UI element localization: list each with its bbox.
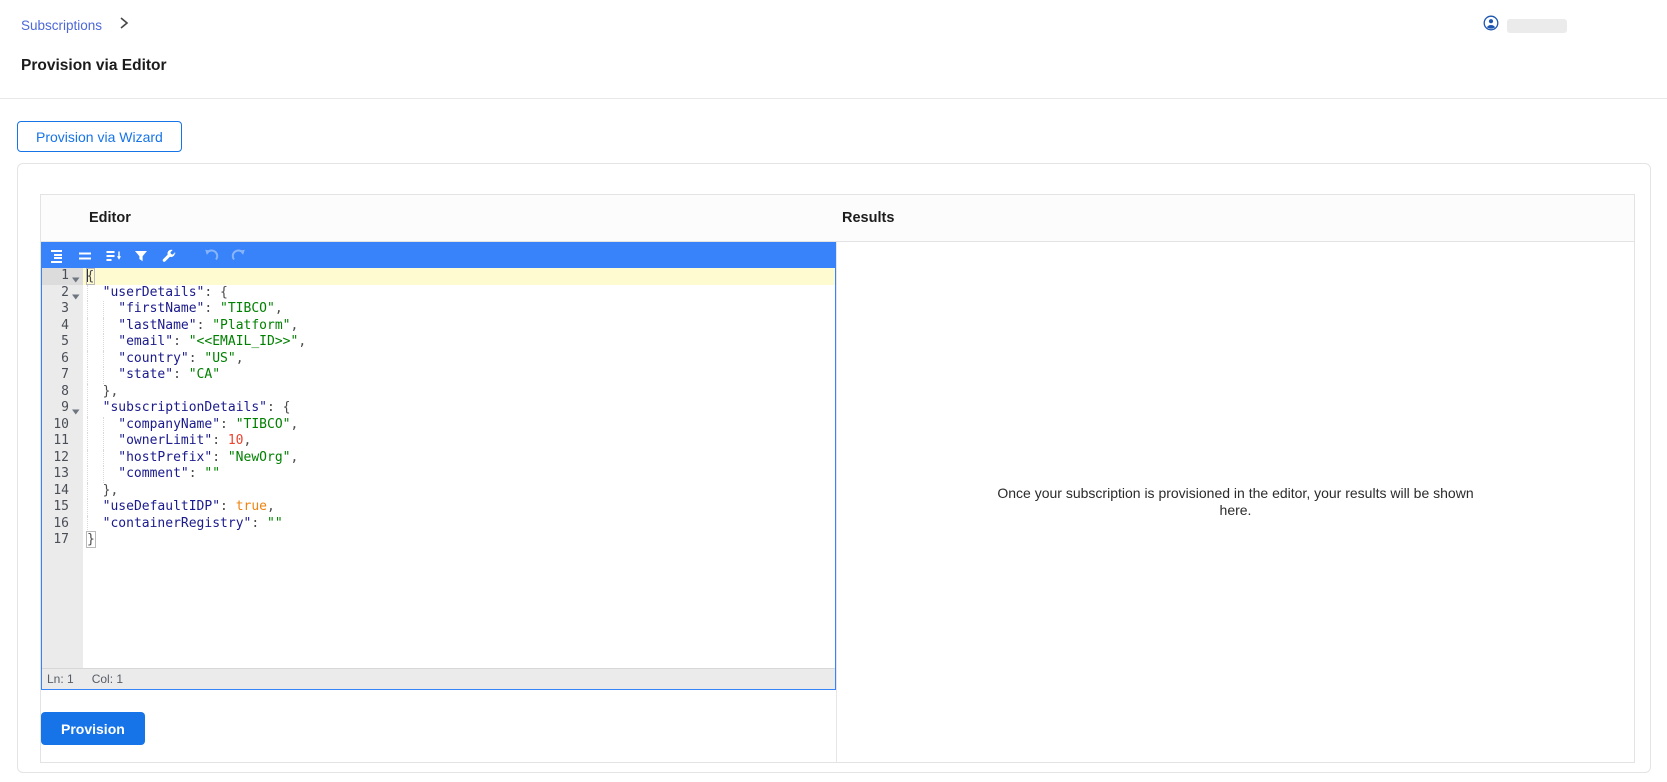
page-title: Provision via Editor <box>21 57 167 74</box>
gutter-line-number: 2 <box>42 285 83 302</box>
gutter-line-number: 13 <box>53 466 69 481</box>
gutter-line-number: 4 <box>61 317 69 333</box>
code-line: { <box>83 268 835 285</box>
repair-icon[interactable] <box>159 246 179 266</box>
chevron-right-icon <box>118 16 130 35</box>
code-line: "useDefaultIDP": true, <box>87 499 835 516</box>
code-line: "firstName": "TIBCO", <box>87 301 835 318</box>
gutter-line-number: 6 <box>61 350 69 366</box>
editor-toolbar <box>42 243 835 268</box>
json-editor: 1 2 3 4 5 6 7 8 9 10 11 12 13 14 15 16 17 {"userDetails"… <box>41 242 836 690</box>
code-line: "country": "US", <box>87 350 835 367</box>
editor-body: 1 2 3 4 5 6 7 8 9 10 11 12 13 14 15 16 17 {"userDetails"… <box>42 268 835 668</box>
top-bar: Subscriptions <box>0 0 1667 36</box>
code-line: "lastName": "Platform", <box>87 317 835 334</box>
table-body-row: 1 2 3 4 5 6 7 8 9 10 11 12 13 14 15 16 17 {"userDetails"… <box>41 242 1634 762</box>
code-line: "email": "<<EMAIL_ID>>", <box>87 334 835 351</box>
gutter-line-number: 15 <box>53 499 69 514</box>
statusbar-line: Ln: 1 <box>47 672 74 686</box>
provision-button[interactable]: Provision <box>41 712 145 745</box>
editor-panel-header: Editor <box>89 210 131 226</box>
code-line: } <box>86 531 96 548</box>
results-placeholder: Once your subscription is provisioned in… <box>997 484 1474 519</box>
redo-icon[interactable] <box>229 246 249 266</box>
code-line: "comment": "" <box>87 466 835 483</box>
table-header-row: Editor Results <box>41 195 1634 242</box>
compact-icon[interactable] <box>75 246 95 266</box>
code-line: }, <box>87 482 835 499</box>
provision-via-wizard-button[interactable]: Provision via Wizard <box>17 121 182 152</box>
gutter-line-number: 7 <box>61 367 69 382</box>
results-panel: Once your subscription is provisioned in… <box>836 242 1634 762</box>
gutter-line-number: 14 <box>53 482 69 498</box>
gutter-line-number: 3 <box>61 301 69 316</box>
gutter-line-number: 1 <box>42 268 83 285</box>
results-panel-header: Results <box>842 210 895 226</box>
editor-code[interactable]: {"userDetails": {"firstName": "TIBCO", "l… <box>83 268 835 668</box>
breadcrumb: Subscriptions <box>21 15 130 35</box>
gutter-line-number: 9 <box>42 400 83 417</box>
code-line: "userDetails": { <box>87 284 835 301</box>
gutter-line-number: 8 <box>61 383 69 399</box>
gutter-line-number: 10 <box>53 416 69 432</box>
sort-icon[interactable] <box>103 246 123 266</box>
statusbar-column: Col: 1 <box>91 672 124 686</box>
user-avatar-icon <box>1483 15 1499 36</box>
editor-statusbar: Ln: 1 Col: 1 <box>42 668 835 689</box>
gutter-line-number: 5 <box>61 334 69 349</box>
gutter-line-number: 11 <box>53 433 69 448</box>
code-line: "companyName": "TIBCO", <box>87 416 835 433</box>
actions-row: Provision via Wizard <box>0 99 1667 152</box>
user-name-redacted <box>1507 18 1567 33</box>
provision-card: Editor Results 1 2 3 4 5 6 7 8 9 10 11 12 13 14 15 16 17… <box>17 163 1651 773</box>
code-line: "subscriptionDetails": { <box>87 400 835 417</box>
format-icon[interactable] <box>47 246 67 266</box>
gutter-line-number: 12 <box>53 449 69 465</box>
editor-panel: 1 2 3 4 5 6 7 8 9 10 11 12 13 14 15 16 17 {"userDetails"… <box>41 242 836 762</box>
editor-gutter: 1 2 3 4 5 6 7 8 9 10 11 12 13 14 15 16 17 <box>42 268 83 668</box>
app-root: Subscriptions Provision via Editor Provi… <box>0 0 1667 773</box>
user-menu[interactable] <box>1483 15 1567 36</box>
code-line: "containerRegistry": "" <box>87 515 835 532</box>
gutter-line-number: 17 <box>53 532 69 547</box>
undo-icon[interactable] <box>201 246 221 266</box>
code-line: "state": "CA" <box>87 367 835 384</box>
gutter-line-number: 16 <box>53 515 69 531</box>
breadcrumb-link-subscriptions[interactable]: Subscriptions <box>21 18 102 33</box>
editor-results-table: Editor Results 1 2 3 4 5 6 7 8 9 10 11 12 13 14 15 16 17… <box>40 194 1635 763</box>
code-line: "ownerLimit": 10, <box>87 433 835 450</box>
code-line: }, <box>87 383 835 400</box>
transform-icon[interactable] <box>131 246 151 266</box>
code-line: "hostPrefix": "NewOrg", <box>87 449 835 466</box>
